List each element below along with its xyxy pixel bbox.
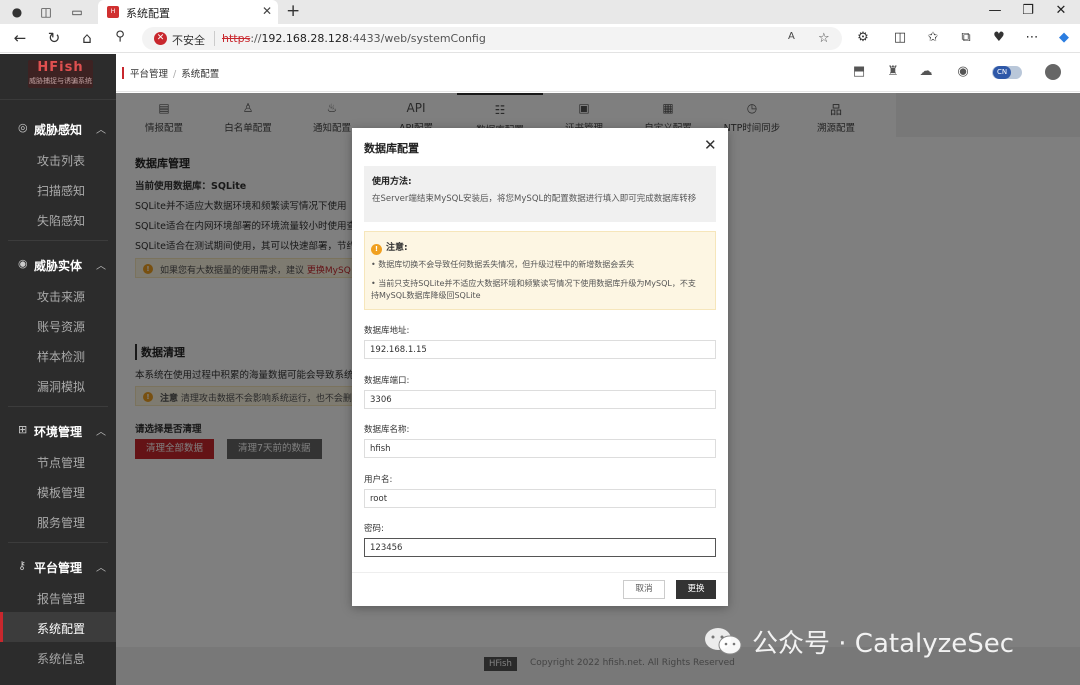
db-port-input[interactable] xyxy=(364,390,716,409)
sidebar-divider xyxy=(8,240,108,241)
chevron-up-icon: ︿ xyxy=(96,125,106,136)
close-icon[interactable]: ✕ xyxy=(704,137,717,153)
usage-title: 使用方法: xyxy=(372,177,412,187)
sidebar-item-system-info[interactable]: 系统信息 xyxy=(0,642,116,672)
extensions-icon[interactable]: ⚙ xyxy=(853,30,873,45)
address-bar[interactable]: ✕ 不安全 https://192.168.28.128:4433/web/sy… xyxy=(142,27,842,50)
sidebar-item-compromise-awareness[interactable]: 失陷感知 xyxy=(0,204,116,234)
hfish-logo[interactable]: HFish 威胁捕捉与诱骗系统 xyxy=(28,60,93,88)
favorite-star-icon[interactable]: ☆ xyxy=(818,31,830,46)
sidebar-item-attack-list[interactable]: 攻击列表 xyxy=(0,144,116,174)
split-screen-icon[interactable]: ◫ xyxy=(890,30,910,45)
menu-group-threat-entity[interactable]: ◉ 威胁实体 ︿ xyxy=(0,250,116,280)
username-label: 用户名: xyxy=(364,475,393,485)
back-button[interactable]: ← xyxy=(10,29,30,47)
sidebar-item-services[interactable]: 服务管理 xyxy=(0,506,116,536)
sidebar-item-account-resources[interactable]: 账号资源 xyxy=(0,310,116,340)
browser-tab-strip: ● ◫ ▭ H 系统配置 ✕ + — ❐ ✕ xyxy=(0,0,1080,24)
db-name-input[interactable] xyxy=(364,439,716,458)
security-label[interactable]: 不安全 xyxy=(172,32,205,48)
chevron-up-icon: ︿ xyxy=(96,427,106,438)
radar-icon: ◎ xyxy=(18,121,28,134)
search-icon[interactable]: ⚲ xyxy=(110,29,130,44)
database-config-modal: 数据库配置 ✕ 使用方法: 在Server端结束MySQL安装后，将您MySQL… xyxy=(352,128,728,606)
github-icon[interactable]: ◉ xyxy=(955,64,971,80)
copilot-icon[interactable]: ◆ xyxy=(1054,30,1074,45)
modal-title: 数据库配置 xyxy=(364,142,419,155)
db-name-label: 数据库名称: xyxy=(364,425,410,435)
notice-item: • 数据库切换不会导致任何数据丢失情况，但升级过程中的新增数据会丢失 xyxy=(371,260,635,269)
usage-body: 在Server端结束MySQL安装后，将您MySQL的配置数据进行填入即可完成数… xyxy=(372,194,697,204)
target-icon: ◉ xyxy=(18,257,28,270)
download-icon[interactable]: ⬒ xyxy=(851,64,867,80)
more-menu-icon[interactable]: ⋯ xyxy=(1022,30,1042,45)
favorites-icon[interactable]: ✩ xyxy=(923,30,943,45)
language-toggle[interactable]: CN xyxy=(992,66,1022,79)
breadcrumb: 平台管理 / 系统配置 xyxy=(130,69,220,80)
tab-title: 系统配置 xyxy=(126,7,170,20)
breadcrumb-item-current: 系统配置 xyxy=(181,69,220,80)
modal-footer-divider xyxy=(352,572,728,573)
notice-item: • 当前只支持SQLite并不适应大数据环境和频繁读写情况下使用数据库升级为My… xyxy=(371,279,696,300)
sidebar-divider xyxy=(8,406,108,407)
close-tab-icon[interactable]: ✕ xyxy=(262,4,272,18)
menu-group-platform[interactable]: ⚷ 平台管理 ︿ xyxy=(0,552,116,582)
wechat-icon[interactable]: ☁ xyxy=(918,64,934,80)
hfish-favicon: H xyxy=(107,6,119,18)
read-aloud-icon[interactable]: A xyxy=(788,31,795,42)
password-label: 密码: xyxy=(364,524,384,534)
username-input[interactable] xyxy=(364,489,716,508)
environment-icon: ⊞ xyxy=(18,423,28,436)
sidebar-divider xyxy=(8,542,108,543)
browser-toolbar: ← ↻ ⌂ ⚲ ✕ 不安全 https://192.168.28.128:443… xyxy=(0,24,1080,53)
warning-icon: ! xyxy=(371,244,382,255)
breadcrumb-accent xyxy=(122,67,124,79)
chevron-up-icon: ︿ xyxy=(96,261,106,272)
not-secure-icon[interactable]: ✕ xyxy=(154,32,167,45)
collections-icon[interactable]: ⧉ xyxy=(956,30,976,45)
app-sidebar: HFish 威胁捕捉与诱骗系统 ◎ 威胁感知 ︿ 攻击列表 扫描感知 失陷感知 … xyxy=(0,54,116,685)
menu-group-environment[interactable]: ⊞ 环境管理 ︿ xyxy=(0,416,116,446)
address-divider xyxy=(214,31,215,46)
close-window-button[interactable]: ✕ xyxy=(1051,3,1071,18)
sidebar-item-sample-detection[interactable]: 样本检测 xyxy=(0,340,116,370)
profile-icon[interactable]: ● xyxy=(8,3,26,21)
menu-group-threat-awareness[interactable]: ◎ 威胁感知 ︿ xyxy=(0,114,116,144)
browser-tab[interactable]: H 系统配置 ✕ xyxy=(98,0,278,24)
restore-button[interactable]: ❐ xyxy=(1018,3,1038,18)
watermark-text: 公众号 · CatalyzeSec xyxy=(752,629,1015,659)
url-text[interactable]: https://192.168.28.128:4433/web/systemCo… xyxy=(222,32,486,45)
chevron-up-icon: ︿ xyxy=(96,563,106,574)
breadcrumb-item[interactable]: 平台管理 xyxy=(130,69,168,80)
home-button[interactable]: ⌂ xyxy=(77,29,97,47)
notice-title: ! 注意: xyxy=(371,240,408,255)
sidebar-item-attack-source[interactable]: 攻击来源 xyxy=(0,280,116,310)
sidebar-item-system-config[interactable]: 系统配置 xyxy=(0,612,116,642)
app-header: 平台管理 / 系统配置 ⬒ ♜ ☁ ◉ CN xyxy=(116,54,1080,92)
notice-box: ! 注意: • 数据库切换不会导致任何数据丢失情况，但升级过程中的新增数据会丢失 … xyxy=(364,231,716,310)
wechat-logo-icon xyxy=(705,628,742,655)
platform-settings-icon: ⚷ xyxy=(18,559,27,572)
workspaces-icon[interactable]: ◫ xyxy=(37,3,55,21)
db-address-input[interactable] xyxy=(364,340,716,359)
new-tab-button[interactable]: + xyxy=(286,1,300,21)
cancel-button[interactable]: 取消 xyxy=(623,580,665,599)
db-address-label: 数据库地址: xyxy=(364,326,410,336)
sidebar-item-vuln-simulation[interactable]: 漏洞模拟 xyxy=(0,370,116,400)
performance-icon[interactable]: ♥ xyxy=(989,30,1009,45)
sidebar-item-scan-awareness[interactable]: 扫描感知 xyxy=(0,174,116,204)
sidebar-item-nodes[interactable]: 节点管理 xyxy=(0,446,116,476)
sidebar-item-templates[interactable]: 模板管理 xyxy=(0,476,116,506)
brand-area: HFish 威胁捕捉与诱骗系统 xyxy=(0,54,116,100)
rocket-icon[interactable]: ♜ xyxy=(885,64,901,80)
tab-actions-icon[interactable]: ▭ xyxy=(68,3,86,21)
avatar[interactable] xyxy=(1045,64,1061,80)
reload-button[interactable]: ↻ xyxy=(44,29,64,47)
minimize-button[interactable]: — xyxy=(985,3,1005,18)
usage-box: 使用方法: 在Server端结束MySQL安装后，将您MySQL的配置数据进行填… xyxy=(364,166,716,222)
password-input[interactable] xyxy=(364,538,716,557)
sidebar-item-reports[interactable]: 报告管理 xyxy=(0,582,116,612)
switch-db-button[interactable]: 更换 xyxy=(676,580,716,599)
db-port-label: 数据库端口: xyxy=(364,376,410,386)
